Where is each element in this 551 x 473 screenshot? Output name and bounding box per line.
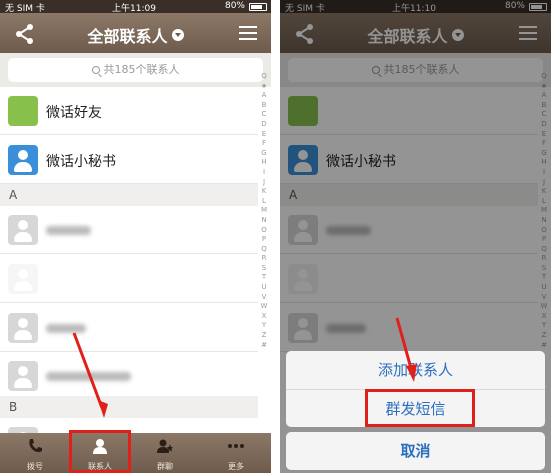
weihua-assistant-icon: [8, 145, 38, 175]
dropdown-caret-icon: [171, 29, 184, 41]
phone-icon: [29, 439, 42, 453]
battery-percent: 80%: [224, 1, 245, 11]
index-letter[interactable]: X: [258, 312, 270, 322]
search-input[interactable]: 共185个联系人: [8, 58, 263, 82]
nav-header: 全部联系人: [0, 13, 271, 53]
index-letter[interactable]: P: [258, 235, 270, 245]
blurred-name: [46, 372, 131, 381]
tab-label: 拨号: [27, 462, 43, 471]
highlight-box: [365, 389, 475, 427]
index-letter[interactable]: E: [258, 130, 270, 140]
index-letter[interactable]: B: [258, 101, 270, 111]
index-letter[interactable]: J: [258, 178, 270, 188]
avatar: [8, 215, 38, 245]
index-letter[interactable]: C: [258, 110, 270, 120]
index-letter[interactable]: D: [258, 120, 270, 130]
avatar: [8, 313, 38, 343]
index-letter[interactable]: #: [258, 341, 270, 351]
index-letter[interactable]: A: [258, 91, 270, 101]
highlight-box: [69, 430, 131, 473]
contact-row-weihua-friends[interactable]: 微话好友: [0, 87, 258, 135]
tab-group-chat[interactable]: 群聊: [138, 433, 192, 473]
add-contact-button[interactable]: 添加联系人: [286, 351, 545, 389]
page-title-text: 全部联系人: [87, 27, 168, 46]
blurred-name: [46, 226, 91, 235]
index-letter[interactable]: ★: [258, 82, 270, 92]
screen-divider: [271, 0, 280, 473]
blurred-name: [46, 324, 86, 333]
index-letter[interactable]: I: [258, 168, 270, 178]
search-placeholder: 共185个联系人: [103, 63, 180, 76]
contact-row[interactable]: [0, 352, 258, 400]
search-bar: 共185个联系人: [0, 53, 271, 87]
page-title[interactable]: 全部联系人: [0, 23, 271, 47]
cancel-button[interactable]: 取消: [286, 432, 545, 470]
index-letter[interactable]: L: [258, 197, 270, 207]
avatar: [8, 264, 38, 294]
search-icon: [91, 66, 100, 74]
bottom-tab-bar: 拨号 联系人 群聊 更多: [0, 433, 271, 473]
battery-icon: [249, 3, 267, 11]
index-letter[interactable]: U: [258, 283, 270, 293]
index-letter[interactable]: M: [258, 206, 270, 216]
weihua-friends-icon: [8, 96, 38, 126]
alphabet-index[interactable]: Q ★ A B C D E F G H I J K L M N O P Q R S T U V W X Y Z #: [258, 72, 270, 350]
index-letter[interactable]: V: [258, 293, 270, 303]
section-header-a: A: [0, 184, 258, 206]
contact-row-weihua-assistant[interactable]: 微话小秘书: [0, 136, 258, 184]
index-letter[interactable]: H: [258, 158, 270, 168]
status-bar: 无 SIM 卡 上午11:09 80%: [0, 0, 271, 14]
contact-row[interactable]: [0, 206, 258, 254]
tab-label: 更多: [228, 462, 244, 471]
left-screen: 无 SIM 卡 上午11:09 80% 全部联系人 共185个联系人 微话好友 …: [0, 0, 271, 473]
index-letter[interactable]: Z: [258, 331, 270, 341]
contact-row[interactable]: [0, 304, 258, 352]
index-letter[interactable]: F: [258, 139, 270, 149]
more-icon: [228, 444, 244, 448]
contact-name: 微话好友: [46, 105, 102, 121]
contact-name: 微话小秘书: [46, 154, 116, 170]
contact-row[interactable]: [0, 255, 258, 303]
index-letter[interactable]: O: [258, 226, 270, 236]
index-letter[interactable]: T: [258, 273, 270, 283]
tab-label: 群聊: [157, 462, 173, 471]
index-letter[interactable]: R: [258, 254, 270, 264]
avatar: [8, 361, 38, 391]
group-chat-icon: [157, 439, 173, 453]
index-letter[interactable]: Q: [258, 245, 270, 255]
index-letter[interactable]: W: [258, 302, 270, 312]
index-letter[interactable]: N: [258, 216, 270, 226]
index-letter[interactable]: Y: [258, 321, 270, 331]
tab-more[interactable]: 更多: [209, 433, 263, 473]
menu-icon[interactable]: [239, 26, 257, 40]
index-letter[interactable]: G: [258, 149, 270, 159]
right-screen: 无 SIM 卡 上午11:10 80% 全部联系人 共185个联系人 微话小秘书…: [280, 0, 551, 473]
section-header-b: B: [0, 396, 258, 418]
index-letter[interactable]: K: [258, 187, 270, 197]
index-letter[interactable]: S: [258, 264, 270, 274]
index-letter[interactable]: Q: [258, 72, 270, 82]
tab-dial[interactable]: 拨号: [8, 433, 62, 473]
